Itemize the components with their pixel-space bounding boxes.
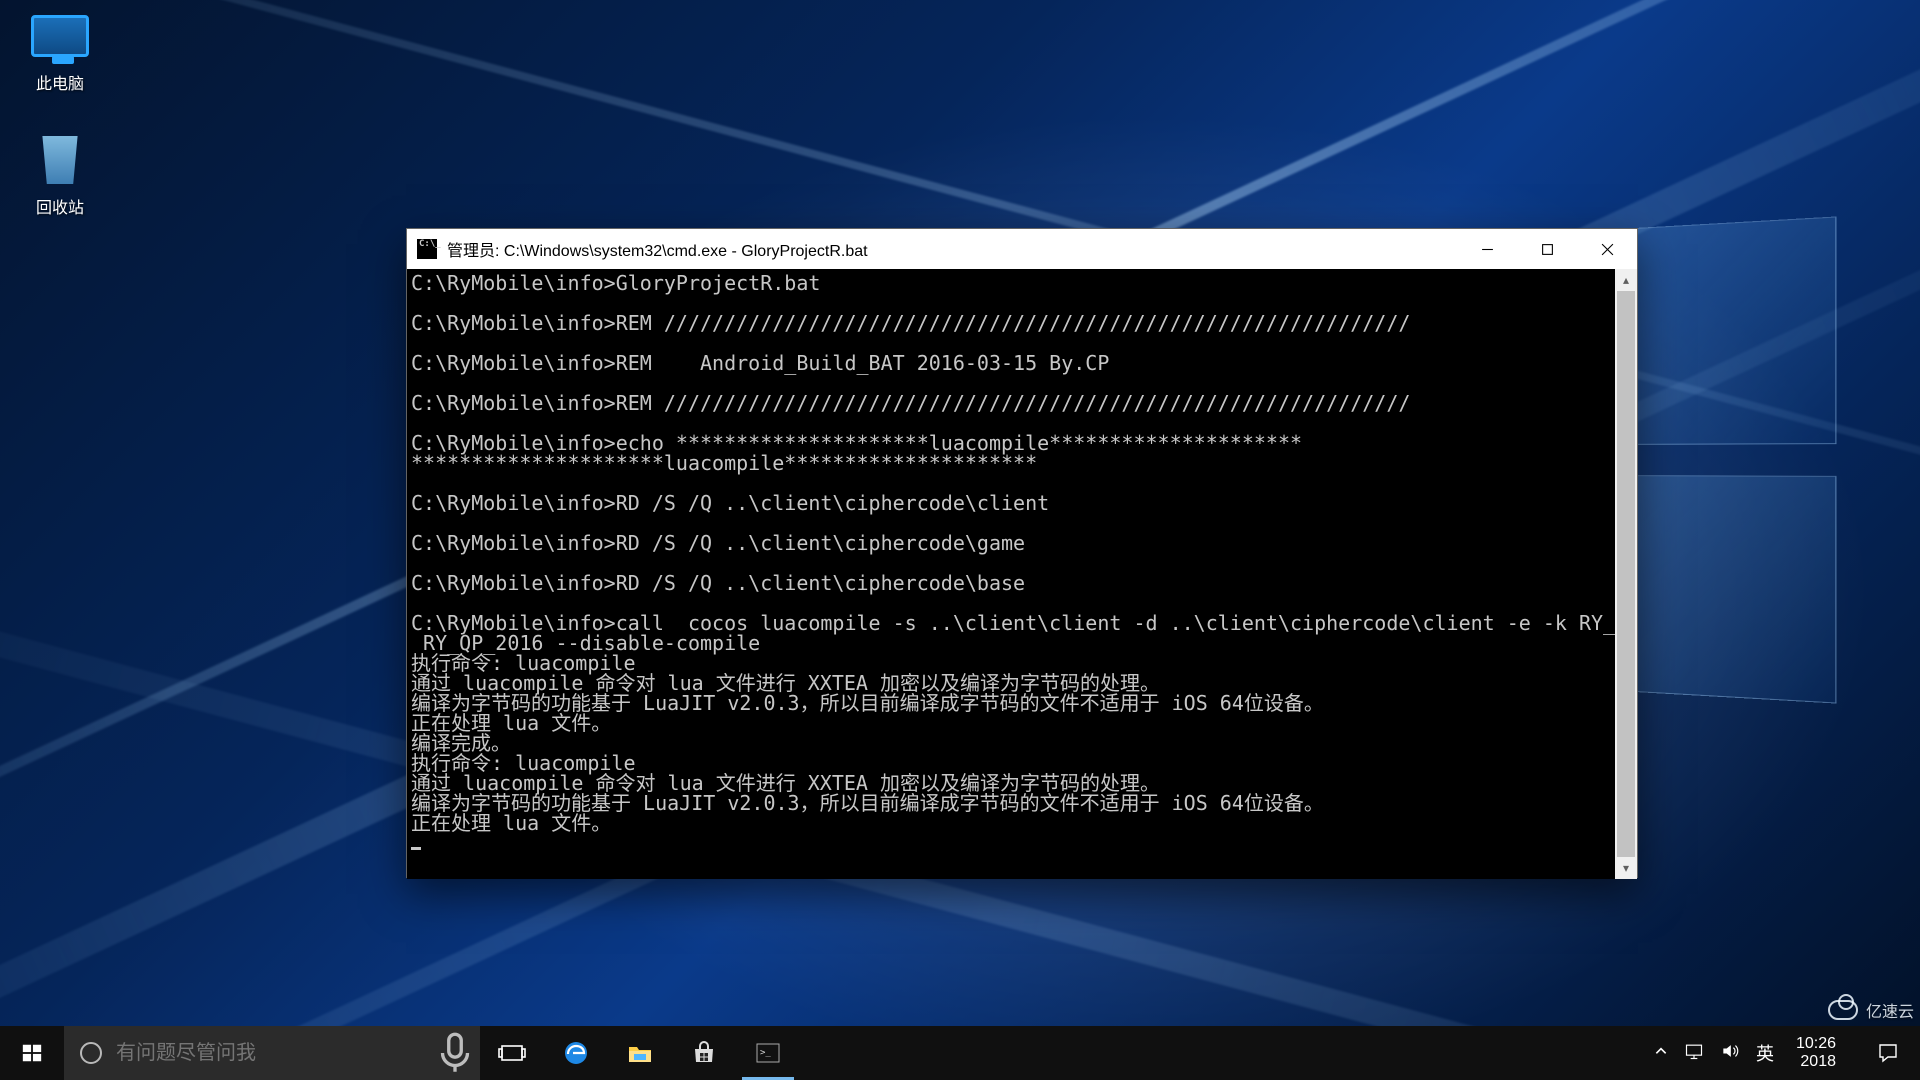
search-input[interactable] [116, 1042, 430, 1065]
console-output[interactable]: C:\RyMobile\info>GloryProjectR.bat C:\Ry… [407, 269, 1615, 879]
desktop-icon-label: 此电脑 [10, 70, 110, 94]
task-view-icon [498, 1039, 526, 1067]
tray-overflow-button[interactable] [1654, 1044, 1668, 1063]
desktop[interactable]: 此电脑 回收站 管理员: C:\Windows\system32\cmd.exe… [0, 0, 1920, 1080]
windows-logo-icon [21, 1042, 43, 1064]
taskbar-app-cmd[interactable]: >_ [736, 1026, 800, 1080]
maximize-button[interactable] [1517, 229, 1577, 269]
scroll-up-arrow-icon[interactable]: ▴ [1615, 269, 1637, 291]
cmd-taskbar-icon: >_ [754, 1039, 782, 1067]
start-button[interactable] [0, 1026, 64, 1080]
recycle-bin-icon [38, 136, 82, 184]
desktop-icon-this-pc[interactable]: 此电脑 [10, 8, 110, 94]
svg-text:>_: >_ [760, 1048, 771, 1058]
watermark: 亿速云 [1828, 998, 1914, 1022]
clock-time: 10:26 [1796, 1035, 1836, 1053]
scroll-thumb[interactable] [1617, 291, 1635, 857]
scroll-track[interactable] [1615, 291, 1637, 857]
folder-icon [626, 1039, 654, 1067]
watermark-text: 亿速云 [1866, 998, 1914, 1022]
volume-icon[interactable] [1720, 1041, 1740, 1066]
taskbar-app-store[interactable] [672, 1026, 736, 1080]
desktop-icon-recycle-bin[interactable]: 回收站 [10, 132, 110, 218]
cmd-icon [417, 239, 437, 259]
edge-icon [562, 1039, 590, 1067]
taskbar-app-explorer[interactable] [608, 1026, 672, 1080]
cmd-window[interactable]: 管理员: C:\Windows\system32\cmd.exe - Glory… [406, 228, 1638, 878]
minimize-button[interactable] [1457, 229, 1517, 269]
titlebar[interactable]: 管理员: C:\Windows\system32\cmd.exe - Glory… [407, 229, 1637, 269]
vertical-scrollbar[interactable]: ▴ ▾ [1615, 269, 1637, 879]
clock[interactable]: 10:26 2018 [1790, 1035, 1842, 1071]
taskbar-app-edge[interactable] [544, 1026, 608, 1080]
action-center-button[interactable] [1856, 1026, 1920, 1080]
search-box[interactable] [64, 1026, 480, 1080]
notification-icon [1876, 1041, 1900, 1065]
computer-icon [31, 15, 89, 57]
ime-indicator[interactable]: 英 [1756, 1040, 1774, 1066]
close-button[interactable] [1577, 229, 1637, 269]
task-view-button[interactable] [480, 1026, 544, 1080]
store-icon [690, 1039, 718, 1067]
window-title: 管理员: C:\Windows\system32\cmd.exe - Glory… [447, 237, 868, 261]
mic-icon[interactable] [430, 1028, 480, 1078]
scroll-down-arrow-icon[interactable]: ▾ [1615, 857, 1637, 879]
cloud-icon [1828, 1000, 1858, 1020]
taskbar[interactable]: >_ 英 10:26 2018 [0, 1026, 1920, 1080]
desktop-icon-label: 回收站 [10, 194, 110, 218]
cortana-icon [80, 1042, 102, 1064]
network-icon[interactable] [1684, 1041, 1704, 1066]
system-tray[interactable]: 英 10:26 2018 [1640, 1026, 1856, 1080]
clock-date: 2018 [1796, 1053, 1836, 1071]
